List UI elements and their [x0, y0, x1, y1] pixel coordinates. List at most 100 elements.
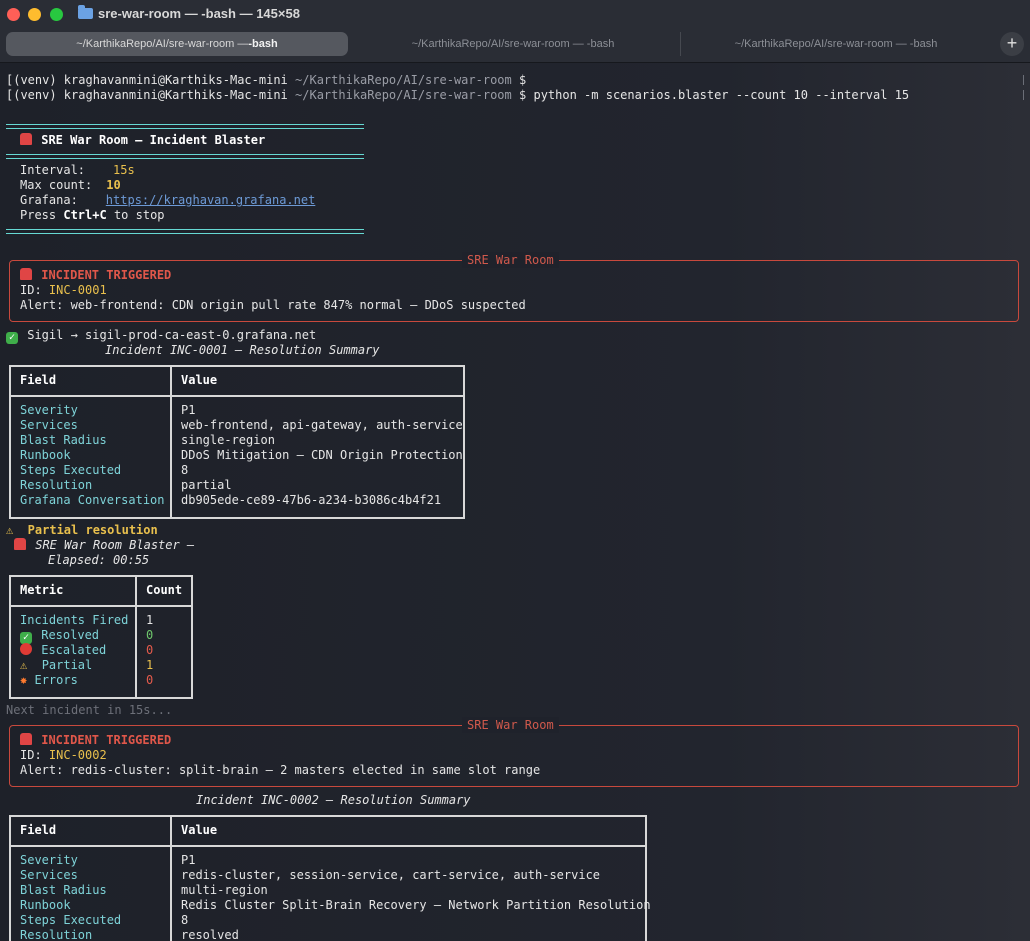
table-row-field: Grafana Conversation: [20, 493, 165, 507]
banner-top-rule: [6, 124, 364, 129]
prompt-dir: ~/KarthikaRepo/AI/sre-war-room: [295, 73, 512, 87]
incident-1-heading-text: INCIDENT TRIGGERED: [41, 268, 172, 282]
grafana-line: Grafana: https://kraghavan.grafana.net: [20, 193, 315, 208]
metric-name: Resolved: [41, 628, 100, 642]
banner-bottom-rule: [6, 229, 364, 234]
metric-errors: ✸ Errors: [20, 673, 78, 688]
sigil-text: Sigil → sigil-prod-ca-east-0.grafana.net: [27, 328, 317, 342]
metric-count: 0: [146, 643, 154, 657]
warning-icon: ⚠: [20, 658, 28, 672]
siren-icon: [14, 538, 26, 550]
command-text: python -m scenarios.blaster --count 10 -…: [533, 88, 910, 102]
prompt-dir-2: ~/KarthikaRepo/AI/sre-war-room: [295, 88, 512, 102]
incident-2-heading-text: INCIDENT TRIGGERED: [41, 733, 172, 747]
scroll-mark: [1023, 75, 1024, 85]
table-row-value: single-region: [181, 433, 275, 447]
banner-title: SRE War Room — Incident Blaster: [20, 133, 265, 148]
tab-2-label: ~/KarthikaRepo/AI/sre-war-room — -bash: [411, 38, 615, 50]
table-row-value: redis-cluster, session-service, cart-ser…: [181, 868, 601, 882]
grafana-label: Grafana:: [20, 193, 78, 207]
incident-2-id-line: ID: INC-0002: [20, 748, 107, 763]
table-row-value: multi-region: [181, 883, 268, 897]
blaster-elapsed: Elapsed: 00:55: [48, 553, 150, 567]
tab-bar: ~/KarthikaRepo/AI/sre-war-room — -bash ~…: [0, 30, 1030, 63]
table-row-field: Severity: [20, 403, 78, 417]
table-row-value: resolved: [181, 928, 239, 941]
metric-name: Partial: [41, 658, 93, 672]
summary-table-1-header: [11, 367, 463, 397]
press-text-2: to stop: [106, 208, 165, 222]
window-title: sre-war-room — -bash — 145×58: [78, 5, 300, 21]
collision-icon: ✸: [20, 673, 28, 687]
table-row-field: Resolution: [20, 478, 93, 492]
metric-count: 1: [146, 613, 154, 627]
terminal-content[interactable]: [(venv) kraghavanmini@Karthiks-Mac-mini …: [0, 63, 1030, 941]
table-row-field: Resolution: [20, 928, 93, 941]
sigil-line: ✓ Sigil → sigil-prod-ca-east-0.grafana.n…: [6, 328, 317, 344]
new-tab-button[interactable]: +: [1000, 32, 1024, 56]
incident-1-alert: Alert: web-frontend: CDN origin pull rat…: [20, 298, 526, 312]
summary-1-col-field: Field: [20, 373, 57, 387]
metric-escalated: Escalated: [20, 643, 106, 658]
prompt-venv: (venv) kraghavanmini@Karthiks-Mac-mini: [13, 73, 288, 87]
terminal-window: sre-war-room — -bash — 145×58 ~/Karthika…: [0, 0, 1030, 941]
metric-count: 0: [146, 673, 154, 687]
interval-value: 15s: [113, 163, 135, 177]
incident-2-heading: INCIDENT TRIGGERED: [20, 733, 171, 748]
prompt-venv-2: (venv) kraghavanmini@Karthiks-Mac-mini: [13, 88, 288, 102]
tab-3[interactable]: ~/KarthikaRepo/AI/sre-war-room — -bash: [680, 32, 991, 56]
grafana-link[interactable]: https://kraghavan.grafana.net: [106, 193, 316, 207]
table-row-field: Steps Executed: [20, 913, 122, 927]
partial-resolution: ⚠ Partial resolution: [6, 523, 158, 537]
metric-name: Escalated: [41, 643, 107, 657]
incident-1-heading: INCIDENT TRIGGERED: [20, 268, 171, 283]
minimize-button[interactable]: [28, 8, 41, 21]
metrics-col-count: Count: [146, 583, 183, 597]
panel-title-2: SRE War Room: [462, 717, 559, 733]
tab-1-path: ~/KarthikaRepo/AI/sre-war-room —: [76, 38, 249, 50]
incident-1-id-label: ID:: [20, 283, 49, 297]
interval-line: Interval: 15s: [20, 163, 135, 178]
metric-count: 0: [146, 628, 154, 642]
check-icon: ✓: [6, 332, 18, 344]
summary-1-caption: Incident INC-0001 — Resolution Summary: [105, 343, 380, 357]
zoom-button[interactable]: [50, 8, 63, 21]
blaster-title: SRE War Room Blaster —: [35, 538, 195, 552]
prompt-symbol-2: $: [519, 88, 527, 102]
metric-name: Errors: [34, 673, 78, 687]
incident-2-id-label: ID:: [20, 748, 49, 762]
siren-icon: [20, 133, 32, 145]
table-row-value: db905ede-ce89-47b6-a234-b3086c4b4f21: [181, 493, 442, 507]
folder-icon: [78, 5, 93, 19]
prompt-symbol: $: [519, 73, 527, 87]
table-row-value: partial: [181, 478, 232, 492]
summary-1-col-value: Value: [181, 373, 218, 387]
max-count-value: 10: [106, 178, 121, 192]
metric-partial: ⚠ Partial: [20, 658, 92, 673]
summary-table-2-header: [11, 817, 645, 847]
table-row-value: P1: [181, 853, 196, 867]
metrics-col-metric: Metric: [20, 583, 64, 597]
tab-2[interactable]: ~/KarthikaRepo/AI/sre-war-room — -bash: [350, 32, 676, 56]
max-count-line: Max count: 10: [20, 178, 121, 193]
table-row-value: Redis Cluster Split-Brain Recovery — Net…: [181, 898, 651, 912]
incident-2-alert: Alert: redis-cluster: split-brain — 2 ma…: [20, 763, 541, 777]
press-line: Press Ctrl+C to stop: [20, 208, 165, 223]
press-text-1: Press: [20, 208, 64, 222]
summary-2-caption: Incident INC-0002 — Resolution Summary: [196, 793, 471, 807]
table-row-field: Severity: [20, 853, 78, 867]
table-row-value: 8: [181, 913, 189, 927]
table-row-field: Runbook: [20, 898, 71, 912]
tab-1[interactable]: ~/KarthikaRepo/AI/sre-war-room — -bash: [6, 32, 348, 56]
table-row-field: Blast Radius: [20, 883, 107, 897]
scroll-mark: [1023, 90, 1024, 100]
close-button[interactable]: [7, 8, 20, 21]
siren-icon: [20, 733, 32, 745]
table-row-value: web-frontend, api-gateway, auth-service: [181, 418, 463, 432]
table-row-value: DDoS Mitigation — CDN Origin Protection: [181, 448, 463, 462]
metrics-table-divider: [135, 577, 137, 697]
title-bar: sre-war-room — -bash — 145×58: [0, 0, 1030, 30]
red-circle-icon: [20, 643, 32, 655]
prompt-line-2: [(venv) kraghavanmini@Karthiks-Mac-mini …: [6, 88, 910, 102]
table-row-field: Blast Radius: [20, 433, 107, 447]
